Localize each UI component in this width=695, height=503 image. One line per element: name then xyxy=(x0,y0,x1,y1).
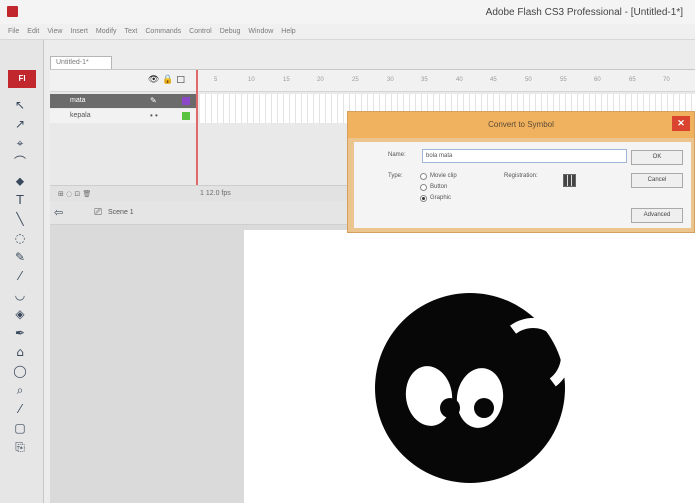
menu-text[interactable]: Text xyxy=(125,28,138,35)
eraser-tool-icon[interactable]: ⌂ xyxy=(11,343,29,362)
frame-number: 5 xyxy=(214,77,218,83)
back-arrow-icon[interactable]: ⇦ xyxy=(54,206,63,219)
frame-number: 70 xyxy=(663,77,670,83)
document-tab[interactable]: Untitled-1* xyxy=(50,56,112,69)
frame-number: 30 xyxy=(387,77,394,83)
frame-number: 60 xyxy=(594,77,601,83)
oval-tool-icon[interactable]: ◌ xyxy=(11,229,29,248)
free-transform-tool-icon[interactable]: ⌖ xyxy=(11,134,29,153)
stroke-color-icon[interactable]: ⁄ xyxy=(11,400,29,419)
left-pupil-shape xyxy=(440,398,460,418)
layer-color-swatch[interactable] xyxy=(182,97,190,105)
graphic-radio[interactable] xyxy=(420,195,427,202)
button-radio[interactable] xyxy=(420,184,427,191)
advanced-button[interactable]: Advanced xyxy=(631,208,683,223)
movie-clip-label[interactable]: Movie clip xyxy=(430,173,457,179)
menu-insert[interactable]: Insert xyxy=(70,28,88,35)
dialog-body: Name: bola mata Type: Movie clip Button … xyxy=(354,142,691,228)
hand-tool-icon[interactable]: ◯ xyxy=(11,362,29,381)
tool-list: ↖ ↗ ⌖ ⌒ ⬥ T ╲ ◌ ✎ ⁄ ◡ ◈ ✒ ⌂ ◯ ⌕ ⁄ ▢ ⎘ xyxy=(0,96,44,457)
registration-label: Registration: xyxy=(504,173,538,179)
button-label[interactable]: Button xyxy=(430,184,447,190)
movie-clip-radio[interactable] xyxy=(420,173,427,180)
eyedropper-tool-icon[interactable]: ✒ xyxy=(11,324,29,343)
graphic-label[interactable]: Graphic xyxy=(430,195,451,201)
title-bar: Adobe Flash CS3 Professional - [Untitled… xyxy=(0,0,695,24)
flash-app-icon xyxy=(7,6,18,17)
pen-tool-icon[interactable]: ⬥ xyxy=(11,172,29,191)
subselection-tool-icon[interactable]: ↗ xyxy=(11,115,29,134)
menu-file[interactable]: File xyxy=(8,28,19,35)
pencil-icon: ✎ xyxy=(150,96,157,105)
ink-bottle-tool-icon[interactable]: ◡ xyxy=(11,286,29,305)
paint-bucket-tool-icon[interactable]: ◈ xyxy=(11,305,29,324)
menu-bar: File Edit View Insert Modify Text Comman… xyxy=(0,24,695,40)
line-tool-icon[interactable]: ╲ xyxy=(11,210,29,229)
timeline-status: 1 12.0 fps xyxy=(200,190,231,197)
frame-number: 25 xyxy=(352,77,359,83)
menu-debug[interactable]: Debug xyxy=(220,28,241,35)
layer-row-mata[interactable]: mata ✎ xyxy=(50,94,196,108)
flash-logo: Fl xyxy=(8,70,36,88)
selection-tool-icon[interactable]: ↖ xyxy=(11,96,29,115)
menu-window[interactable]: Window xyxy=(248,28,273,35)
text-tool-icon[interactable]: T xyxy=(11,191,29,210)
window-title: Adobe Flash CS3 Professional - [Untitled… xyxy=(485,7,683,18)
brush-tool-icon[interactable]: ⁄ xyxy=(11,267,29,286)
tool-options-icon[interactable]: ⎘ xyxy=(11,438,29,457)
timeline-header: 👁 🔒 □ 5 10 15 20 25 30 35 40 45 50 55 60… xyxy=(50,70,695,92)
dialog-title-bar[interactable]: Convert to Symbol ✕ xyxy=(348,112,694,138)
name-label: Name: xyxy=(388,152,406,158)
ok-button[interactable]: OK xyxy=(631,150,683,165)
registration-grid-icon[interactable] xyxy=(563,174,576,187)
dialog-title: Convert to Symbol xyxy=(488,120,554,129)
frame-number: 55 xyxy=(560,77,567,83)
symbol-name-input[interactable]: bola mata xyxy=(422,149,627,163)
frame-number: 40 xyxy=(456,77,463,83)
scene-icon: ⎚ xyxy=(94,207,102,218)
zoom-tool-icon[interactable]: ⌕ xyxy=(11,381,29,400)
frame-number: 50 xyxy=(525,77,532,83)
frame-ruler: 5 10 15 20 25 30 35 40 45 50 55 60 65 70 xyxy=(200,70,695,92)
layer-status-dots: • • xyxy=(150,111,158,120)
menu-edit[interactable]: Edit xyxy=(27,28,39,35)
frame-number: 35 xyxy=(421,77,428,83)
menu-modify[interactable]: Modify xyxy=(96,28,117,35)
scene-label[interactable]: Scene 1 xyxy=(108,209,134,216)
frame-number: 65 xyxy=(629,77,636,83)
close-button[interactable]: ✕ xyxy=(672,116,690,131)
playhead[interactable] xyxy=(196,70,198,202)
lasso-tool-icon[interactable]: ⌒ xyxy=(11,153,29,172)
menu-help[interactable]: Help xyxy=(281,28,295,35)
layer-name[interactable]: mata xyxy=(70,97,86,104)
menu-view[interactable]: View xyxy=(47,28,62,35)
right-pupil-shape xyxy=(474,398,494,418)
type-label: Type: xyxy=(388,173,403,179)
layer-actions-icons[interactable]: ⊞ ◌ ⊡ 🗑 xyxy=(58,190,91,198)
convert-to-symbol-dialog: Convert to Symbol ✕ Name: bola mata Type… xyxy=(347,111,695,233)
layer-visibility-lock-outline-icons[interactable]: 👁 🔒 □ xyxy=(148,75,185,85)
layer-color-swatch[interactable] xyxy=(182,112,190,120)
frame-number: 45 xyxy=(490,77,497,83)
tools-panel: Fl ↖ ↗ ⌖ ⌒ ⬥ T ╲ ◌ ✎ ⁄ ◡ ◈ ✒ ⌂ ◯ ⌕ ⁄ ▢ ⎘ xyxy=(0,40,44,503)
layer-name[interactable]: kepala xyxy=(70,112,91,119)
menu-control[interactable]: Control xyxy=(189,28,212,35)
frame-number: 15 xyxy=(283,77,290,83)
pencil-tool-icon[interactable]: ✎ xyxy=(11,248,29,267)
fill-color-icon[interactable]: ▢ xyxy=(11,419,29,438)
layer-row-kepala[interactable]: kepala • • xyxy=(50,109,196,123)
frame-number: 20 xyxy=(317,77,324,83)
frame-number: 10 xyxy=(248,77,255,83)
cancel-button[interactable]: Cancel xyxy=(631,173,683,188)
menu-commands[interactable]: Commands xyxy=(145,28,181,35)
